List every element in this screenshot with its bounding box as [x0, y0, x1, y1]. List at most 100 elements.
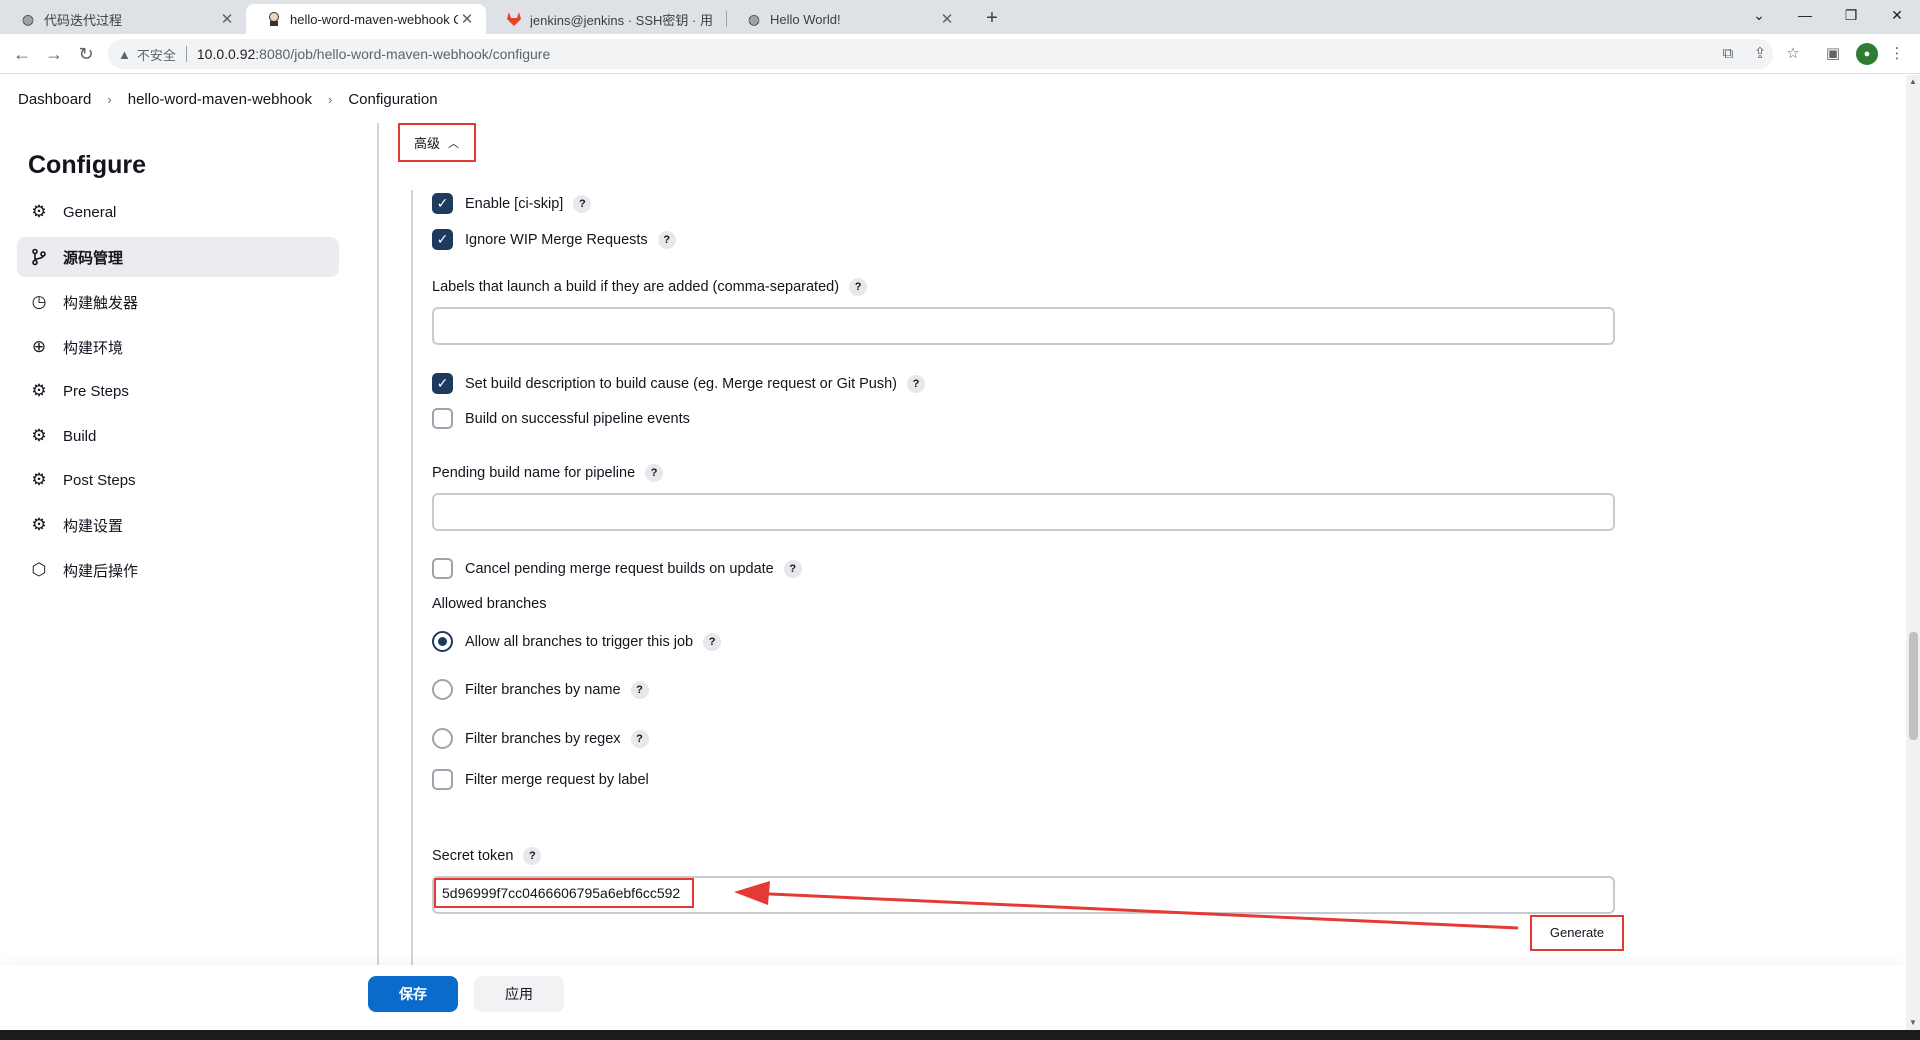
sidebar-item-label: 源码管理 [63, 249, 124, 267]
help-icon[interactable]: ? [783, 559, 802, 578]
radio-dot [438, 637, 447, 646]
branch-option-all-radio[interactable] [432, 631, 453, 652]
branch-option-regex-row: Filter branches by regex ? [432, 728, 649, 749]
translate-icon[interactable]: ⧉ [1717, 43, 1739, 65]
sidebar-item-build-environment[interactable]: ⊕ 构建环境 [17, 327, 339, 367]
new-tab-button[interactable]: + [978, 6, 1006, 32]
tab-title: jenkins@jenkins · SSH密钥 · 用 [530, 12, 713, 28]
security-label[interactable]: 不安全 [137, 45, 176, 64]
side-panel-icon[interactable]: ▣ [1822, 43, 1844, 65]
save-button[interactable]: 保存 [368, 976, 458, 1012]
sidebar-item-pre-steps[interactable]: ⚙ Pre Steps [17, 371, 339, 411]
close-icon[interactable]: ✕ [458, 10, 476, 28]
close-icon[interactable]: ✕ [938, 10, 956, 28]
apply-button[interactable]: 应用 [474, 976, 564, 1012]
reload-icon[interactable]: ↻ [72, 41, 100, 67]
breadcrumb-configuration[interactable]: Configuration [348, 91, 437, 108]
breadcrumb-job[interactable]: hello-word-maven-webhook [128, 91, 312, 108]
sidebar-item-label: Pre Steps [63, 382, 129, 400]
menu-icon[interactable]: ⋮ [1886, 43, 1908, 65]
pending-name-label: Pending build name for pipeline [432, 465, 636, 481]
clock-icon: ◷ [31, 292, 47, 311]
scroll-down-icon[interactable]: ▼ [1906, 1016, 1920, 1030]
cancel-pending-label: Cancel pending merge request builds on u… [465, 560, 774, 577]
labels-field-label-row: Labels that launch a build if they are a… [432, 278, 868, 296]
breadcrumb-separator: › [328, 91, 333, 107]
sidebar-item-post-build-actions[interactable]: ⬡ 构建后操作 [17, 550, 339, 590]
address-bar[interactable]: ▲ 不安全 10.0.0.92 :8080/job/hello-word-mav… [108, 39, 1773, 69]
bottom-action-bar: 保存 应用 [0, 965, 1906, 1030]
filter-by-label-label: Filter merge request by label [465, 771, 649, 788]
help-icon[interactable]: ? [523, 847, 542, 865]
filter-by-label-row: Filter merge request by label [432, 769, 649, 790]
branch-option-regex-radio[interactable] [432, 728, 453, 749]
url-host: 10.0.0.92 [196, 46, 256, 62]
scroll-up-icon[interactable]: ▲ [1906, 75, 1920, 89]
help-icon[interactable]: ? [630, 680, 649, 699]
labels-field-label: Labels that launch a build if they are a… [432, 279, 840, 295]
branch-option-label: Filter branches by name [465, 681, 621, 698]
cancel-pending-row: Cancel pending merge request builds on u… [432, 558, 802, 579]
branch-icon [29, 247, 49, 267]
share-icon[interactable]: ⇪ [1749, 43, 1771, 65]
help-icon[interactable]: ? [630, 729, 649, 748]
globe-icon: ⊕ [31, 337, 47, 356]
help-icon[interactable]: ? [703, 632, 722, 651]
sidebar-item-label: Post Steps [63, 471, 136, 489]
gitlab-icon [506, 11, 522, 27]
forward-icon[interactable]: → [40, 41, 68, 67]
browser-tab-2[interactable]: hello-word-maven-webhook C ✕ [246, 4, 486, 34]
profile-avatar[interactable]: ● [1856, 43, 1878, 65]
build-on-pipeline-checkbox[interactable] [432, 408, 453, 429]
branch-option-label: Allow all branches to trigger this job [465, 633, 694, 650]
enable-ci-skip-label: Enable [ci-skip] [465, 195, 564, 212]
filter-by-label-checkbox[interactable] [432, 769, 453, 790]
cancel-pending-checkbox[interactable] [432, 558, 453, 579]
tab-search-icon[interactable]: ⌄ [1736, 2, 1782, 28]
tab-title: Hello World! [770, 11, 841, 27]
help-icon[interactable]: ? [907, 374, 926, 393]
sidebar-item-label: 构建环境 [63, 339, 124, 357]
globe-icon: ◍ [747, 10, 761, 27]
sidebar-item-build-settings[interactable]: ⚙ 构建设置 [17, 505, 339, 545]
section-divider [377, 123, 379, 968]
close-icon[interactable]: ✕ [218, 10, 236, 28]
bookmark-star-icon[interactable]: ☆ [1782, 43, 1804, 65]
generate-button[interactable]: Generate [1530, 915, 1624, 951]
sidebar-item-source-code[interactable]: 源码管理 [17, 237, 339, 277]
sidebar-item-build-triggers[interactable]: ◷ 构建触发器 [17, 282, 339, 322]
advanced-toggle-button[interactable]: 高级 ︿ [398, 123, 476, 162]
scroll-thumb[interactable] [1909, 632, 1918, 740]
help-icon[interactable]: ? [645, 464, 664, 482]
help-icon[interactable]: ? [573, 194, 592, 213]
page-scrollbar[interactable]: ▲ ▼ [1906, 75, 1920, 1030]
sidebar-item-post-steps[interactable]: ⚙ Post Steps [17, 460, 339, 500]
browser-tab-3[interactable]: jenkins@jenkins · SSH密钥 · 用 [486, 4, 726, 34]
sidebar-item-general[interactable]: ⚙ General [17, 192, 339, 232]
back-icon[interactable]: ← [8, 41, 36, 67]
sidebar-item-build[interactable]: ⚙ Build [17, 416, 339, 456]
pending-name-input[interactable] [432, 493, 1615, 531]
help-icon[interactable]: ? [849, 278, 868, 296]
browser-tab-1[interactable]: ◍ 代码迭代过程 ✕ [0, 4, 246, 34]
branch-option-name-radio[interactable] [432, 679, 453, 700]
warning-icon: ▲ [118, 46, 131, 62]
set-build-description-checkbox[interactable]: ✓ [432, 373, 453, 394]
set-build-description-row: ✓ Set build description to build cause (… [432, 373, 926, 394]
minimize-icon[interactable]: — [1782, 2, 1828, 28]
browser-toolbar: ← → ↻ ▲ 不安全 10.0.0.92 :8080/job/hello-wo… [0, 34, 1920, 74]
tab-title: hello-word-maven-webhook C [290, 11, 458, 27]
restore-icon[interactable]: ❐ [1828, 2, 1874, 28]
labels-input[interactable] [432, 307, 1615, 345]
sidebar-item-label: General [63, 203, 117, 221]
sidebar-item-label: 构建设置 [63, 517, 124, 535]
help-icon[interactable]: ? [657, 230, 676, 249]
breadcrumb-dashboard[interactable]: Dashboard [18, 91, 91, 108]
browser-tab-4[interactable]: ◍ Hello World! ✕ [726, 4, 966, 34]
branch-option-label: Filter branches by regex [465, 730, 621, 747]
secret-token-value[interactable]: 5d96999f7cc0466606795a6ebf6cc592 [434, 878, 695, 908]
jenkins-page: Dashboard › hello-word-maven-webhook › C… [0, 75, 1906, 1030]
ignore-wip-checkbox[interactable]: ✓ [432, 229, 453, 250]
enable-ci-skip-checkbox[interactable]: ✓ [432, 193, 453, 214]
window-close-icon[interactable]: ✕ [1874, 2, 1920, 28]
